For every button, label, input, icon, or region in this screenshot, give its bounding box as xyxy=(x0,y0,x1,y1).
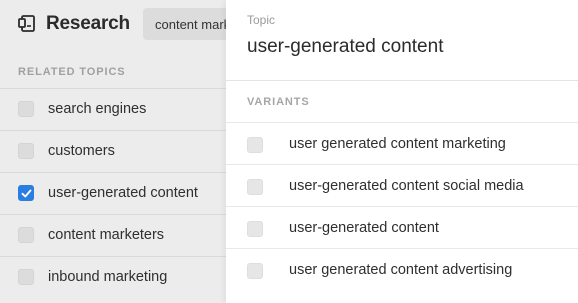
variant-label: user-generated content xyxy=(289,220,439,236)
variant-label: user-generated content social media xyxy=(289,178,524,194)
topic-detail-panel: Topic user-generated content VARIANTS us… xyxy=(226,0,578,303)
divider xyxy=(226,80,578,81)
variant-label: user generated content advertising xyxy=(289,262,513,278)
variant-item[interactable]: user generated content advertising xyxy=(226,248,578,290)
topic-checkbox-checked[interactable] xyxy=(18,185,34,201)
variant-item[interactable]: user generated content marketing xyxy=(226,122,578,164)
variant-checkbox[interactable] xyxy=(247,263,263,279)
variant-label: user generated content marketing xyxy=(289,136,506,152)
topic-checkbox[interactable] xyxy=(18,101,34,117)
related-topics-list: search engines customers user-generated … xyxy=(0,88,226,298)
app-title: Research xyxy=(46,13,130,34)
related-topic-item[interactable]: user-generated content xyxy=(0,172,226,214)
variant-checkbox[interactable] xyxy=(247,221,263,237)
variant-checkbox[interactable] xyxy=(247,179,263,195)
app-window: Research RELATED TOPICS search engines c… xyxy=(0,0,578,303)
topic-checkbox[interactable] xyxy=(18,227,34,243)
topic-label: search engines xyxy=(48,101,147,117)
variant-item[interactable]: user-generated content xyxy=(226,206,578,248)
related-topic-item[interactable]: content marketers xyxy=(0,214,226,256)
panel-title: user-generated content xyxy=(247,36,444,57)
top-bar: Research xyxy=(0,0,243,50)
topic-label: customers xyxy=(48,143,115,159)
variant-item[interactable]: user-generated content social media xyxy=(226,164,578,206)
topic-checkbox[interactable] xyxy=(18,143,34,159)
topic-label: content marketers xyxy=(48,227,165,243)
variants-list: user generated content marketing user-ge… xyxy=(226,122,578,290)
research-logo-icon xyxy=(18,15,35,32)
topic-label: user-generated content xyxy=(48,185,198,201)
related-topic-item[interactable]: search engines xyxy=(0,88,226,130)
checkmark-icon xyxy=(21,189,32,198)
topic-checkbox[interactable] xyxy=(18,269,34,285)
related-topics-heading: RELATED TOPICS xyxy=(18,66,126,78)
research-pane: Research RELATED TOPICS search engines c… xyxy=(0,0,243,303)
related-topic-item[interactable]: customers xyxy=(0,130,226,172)
panel-kicker: Topic xyxy=(247,13,276,27)
topic-label: inbound marketing xyxy=(48,269,168,285)
variant-checkbox[interactable] xyxy=(247,137,263,153)
related-topic-item[interactable]: inbound marketing xyxy=(0,256,226,298)
variants-heading: VARIANTS xyxy=(247,96,310,108)
